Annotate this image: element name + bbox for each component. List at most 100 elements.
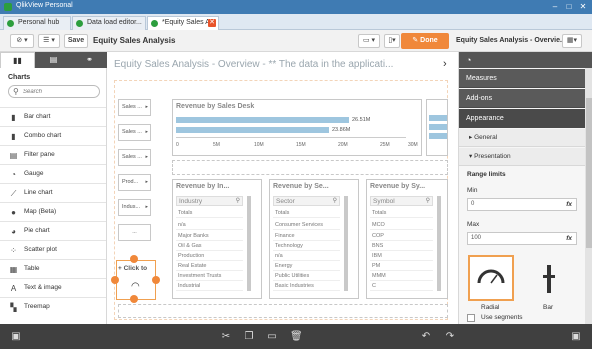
resize-handle-right[interactable]: [152, 276, 160, 284]
filter-header-sector[interactable]: Sector ⚲: [273, 196, 340, 206]
filter-row[interactable]: BNS: [370, 241, 433, 251]
global-menu-button[interactable]: ☰ ▾: [38, 34, 60, 48]
copy-icon[interactable]: ❐: [243, 331, 255, 343]
redo-icon[interactable]: ↷: [444, 331, 456, 343]
sheet-canvas[interactable]: Equity Sales Analysis - Overview - ** Th…: [108, 52, 457, 324]
properties-scrollbar[interactable]: [585, 68, 592, 324]
filter-row[interactable]: C: [370, 281, 433, 291]
tab-personal-hub[interactable]: Personal hub: [3, 16, 71, 30]
filter-row[interactable]: Production: [176, 251, 243, 261]
filter-row[interactable]: Energy: [273, 261, 340, 271]
section-appearance[interactable]: Appearance: [459, 109, 585, 128]
filter-row[interactable]: IBM: [370, 251, 433, 261]
revenue-by-symbol-panel[interactable]: Revenue by Sy... Symbol ⚲ Totals MCO COP …: [366, 179, 448, 299]
filter-header-symbol[interactable]: Symbol ⚲: [370, 196, 433, 206]
expression-fx-icon[interactable]: fx: [566, 233, 572, 244]
listbox-more[interactable]: ...: [118, 224, 151, 241]
expression-fx-icon[interactable]: fx: [566, 199, 572, 210]
scrollbar[interactable]: [344, 196, 348, 291]
gauge-type-radial[interactable]: [468, 255, 514, 301]
scrollbar[interactable]: [437, 196, 441, 291]
filter-row[interactable]: Finance: [273, 231, 340, 241]
toggle-right-panel-icon[interactable]: ▣: [570, 331, 582, 343]
filter-row[interactable]: n/a: [273, 251, 340, 261]
chart-item-pie-chart[interactable]: ◕ Pie chart: [0, 221, 106, 240]
search-icon[interactable]: ⚲: [236, 197, 240, 206]
done-button[interactable]: ✎ Done: [401, 33, 449, 49]
tab-data-load-editor[interactable]: Data load editor...: [72, 16, 146, 30]
new-gauge-placeholder[interactable]: + Click to ◠: [116, 260, 156, 300]
close-tab-icon[interactable]: ✕: [208, 19, 216, 27]
filter-row[interactable]: Public Utilities: [273, 271, 340, 281]
resize-handle-top[interactable]: [130, 255, 138, 263]
filter-row[interactable]: Real Estate: [176, 261, 243, 271]
navigation-menu-button[interactable]: ⊘ ▾: [10, 34, 34, 48]
maximize-button[interactable]: □: [562, 1, 576, 12]
charts-tab[interactable]: ▮▮: [0, 52, 35, 68]
filter-row[interactable]: Totals: [370, 208, 433, 218]
sheets-menu-button[interactable]: ▦▾: [562, 34, 582, 48]
partial-chart-right[interactable]: [426, 99, 448, 156]
filter-row[interactable]: MMM: [370, 271, 433, 281]
chart-item-line-chart[interactable]: ⟋ Line chart: [0, 183, 106, 202]
chart-item-map[interactable]: ● Map (Beta): [0, 202, 106, 221]
save-button[interactable]: Save: [64, 34, 88, 48]
filter-row[interactable]: Investment Trusts: [176, 271, 243, 281]
empty-cell[interactable]: [118, 304, 448, 318]
subsection-general[interactable]: ▸ General: [459, 129, 585, 147]
filter-row[interactable]: n/a: [176, 220, 243, 230]
sheet-title[interactable]: Equity Sales Analysis - Overview - ** Th…: [114, 59, 393, 70]
filter-row[interactable]: COP: [370, 231, 433, 241]
fields-tab[interactable]: ▤: [36, 52, 71, 68]
filter-row[interactable]: Consumer Services: [273, 220, 340, 230]
search-input[interactable]: [23, 87, 95, 97]
section-measures[interactable]: Measures: [459, 69, 585, 88]
search-icon[interactable]: ⚲: [426, 197, 430, 206]
revenue-by-sales-desk-chart[interactable]: Revenue by Sales Desk 26.51M 23.86M 0 5M…: [172, 99, 422, 156]
toggle-left-panel-icon[interactable]: ▣: [10, 331, 22, 343]
resize-handle-left[interactable]: [111, 276, 119, 284]
listbox-product[interactable]: Prod... ▸: [118, 174, 151, 191]
minimize-button[interactable]: –: [548, 1, 562, 12]
listbox-sales-3[interactable]: Sales ... ▸: [118, 149, 151, 166]
revenue-by-sector-panel[interactable]: Revenue by Se... Sector ⚲ Totals Consumer…: [269, 179, 359, 299]
listbox-sales-2[interactable]: Sales ... ▸: [118, 124, 151, 141]
chart-item-bar-chart[interactable]: ▮ Bar chart: [0, 107, 106, 126]
master-items-tab[interactable]: ⚭: [72, 52, 107, 68]
section-add-ons[interactable]: Add-ons: [459, 89, 585, 108]
revenue-by-industry-panel[interactable]: Revenue by In... Industry ⚲ Totals n/a Ma…: [172, 179, 262, 299]
filter-row[interactable]: MCO: [370, 220, 433, 230]
close-window-button[interactable]: ✕: [576, 1, 590, 12]
device-menu-button[interactable]: ▯▾: [384, 34, 400, 48]
min-input[interactable]: 0 fx: [467, 198, 577, 211]
filter-row[interactable]: Technology: [273, 241, 340, 251]
delete-icon[interactable]: 🗑: [290, 331, 303, 343]
chart-item-text-image[interactable]: A Text & image: [0, 278, 106, 297]
chart-item-combo-chart[interactable]: ▮ Combo chart: [0, 126, 106, 145]
undo-icon[interactable]: ↶: [420, 331, 432, 343]
filter-row[interactable]: Industrial: [176, 281, 243, 291]
use-segments-checkbox[interactable]: [467, 314, 475, 322]
filter-row[interactable]: Major Banks: [176, 231, 243, 241]
filter-row[interactable]: Totals: [273, 208, 340, 218]
filter-row[interactable]: Totals: [176, 208, 243, 218]
resize-handle-bottom[interactable]: [130, 295, 138, 303]
next-sheet-icon[interactable]: ›: [443, 58, 447, 70]
scroll-thumb[interactable]: [586, 98, 592, 248]
empty-cell[interactable]: [172, 160, 448, 175]
chart-item-table[interactable]: ▦ Table: [0, 259, 106, 278]
subsection-presentation[interactable]: ▾ Presentation: [459, 148, 585, 166]
listbox-industry[interactable]: Indus... ▸: [118, 199, 151, 216]
gauge-type-bar[interactable]: [525, 255, 571, 301]
screen-menu-button[interactable]: ▭ ▾: [358, 34, 380, 48]
tab-equity-sales[interactable]: *Equity Sales A... ✕: [147, 16, 219, 30]
filter-row[interactable]: PM: [370, 261, 433, 271]
filter-row[interactable]: Basic Industries: [273, 281, 340, 291]
cut-icon[interactable]: ✂: [220, 331, 232, 343]
paste-icon[interactable]: ▭: [266, 331, 278, 343]
max-input[interactable]: 100 fx: [467, 232, 577, 245]
search-icon[interactable]: ⚲: [333, 197, 337, 206]
chart-item-treemap[interactable]: ▚ Treemap: [0, 297, 106, 316]
filter-header-industry[interactable]: Industry ⚲: [176, 196, 243, 206]
chart-search[interactable]: ⚲: [8, 85, 100, 98]
